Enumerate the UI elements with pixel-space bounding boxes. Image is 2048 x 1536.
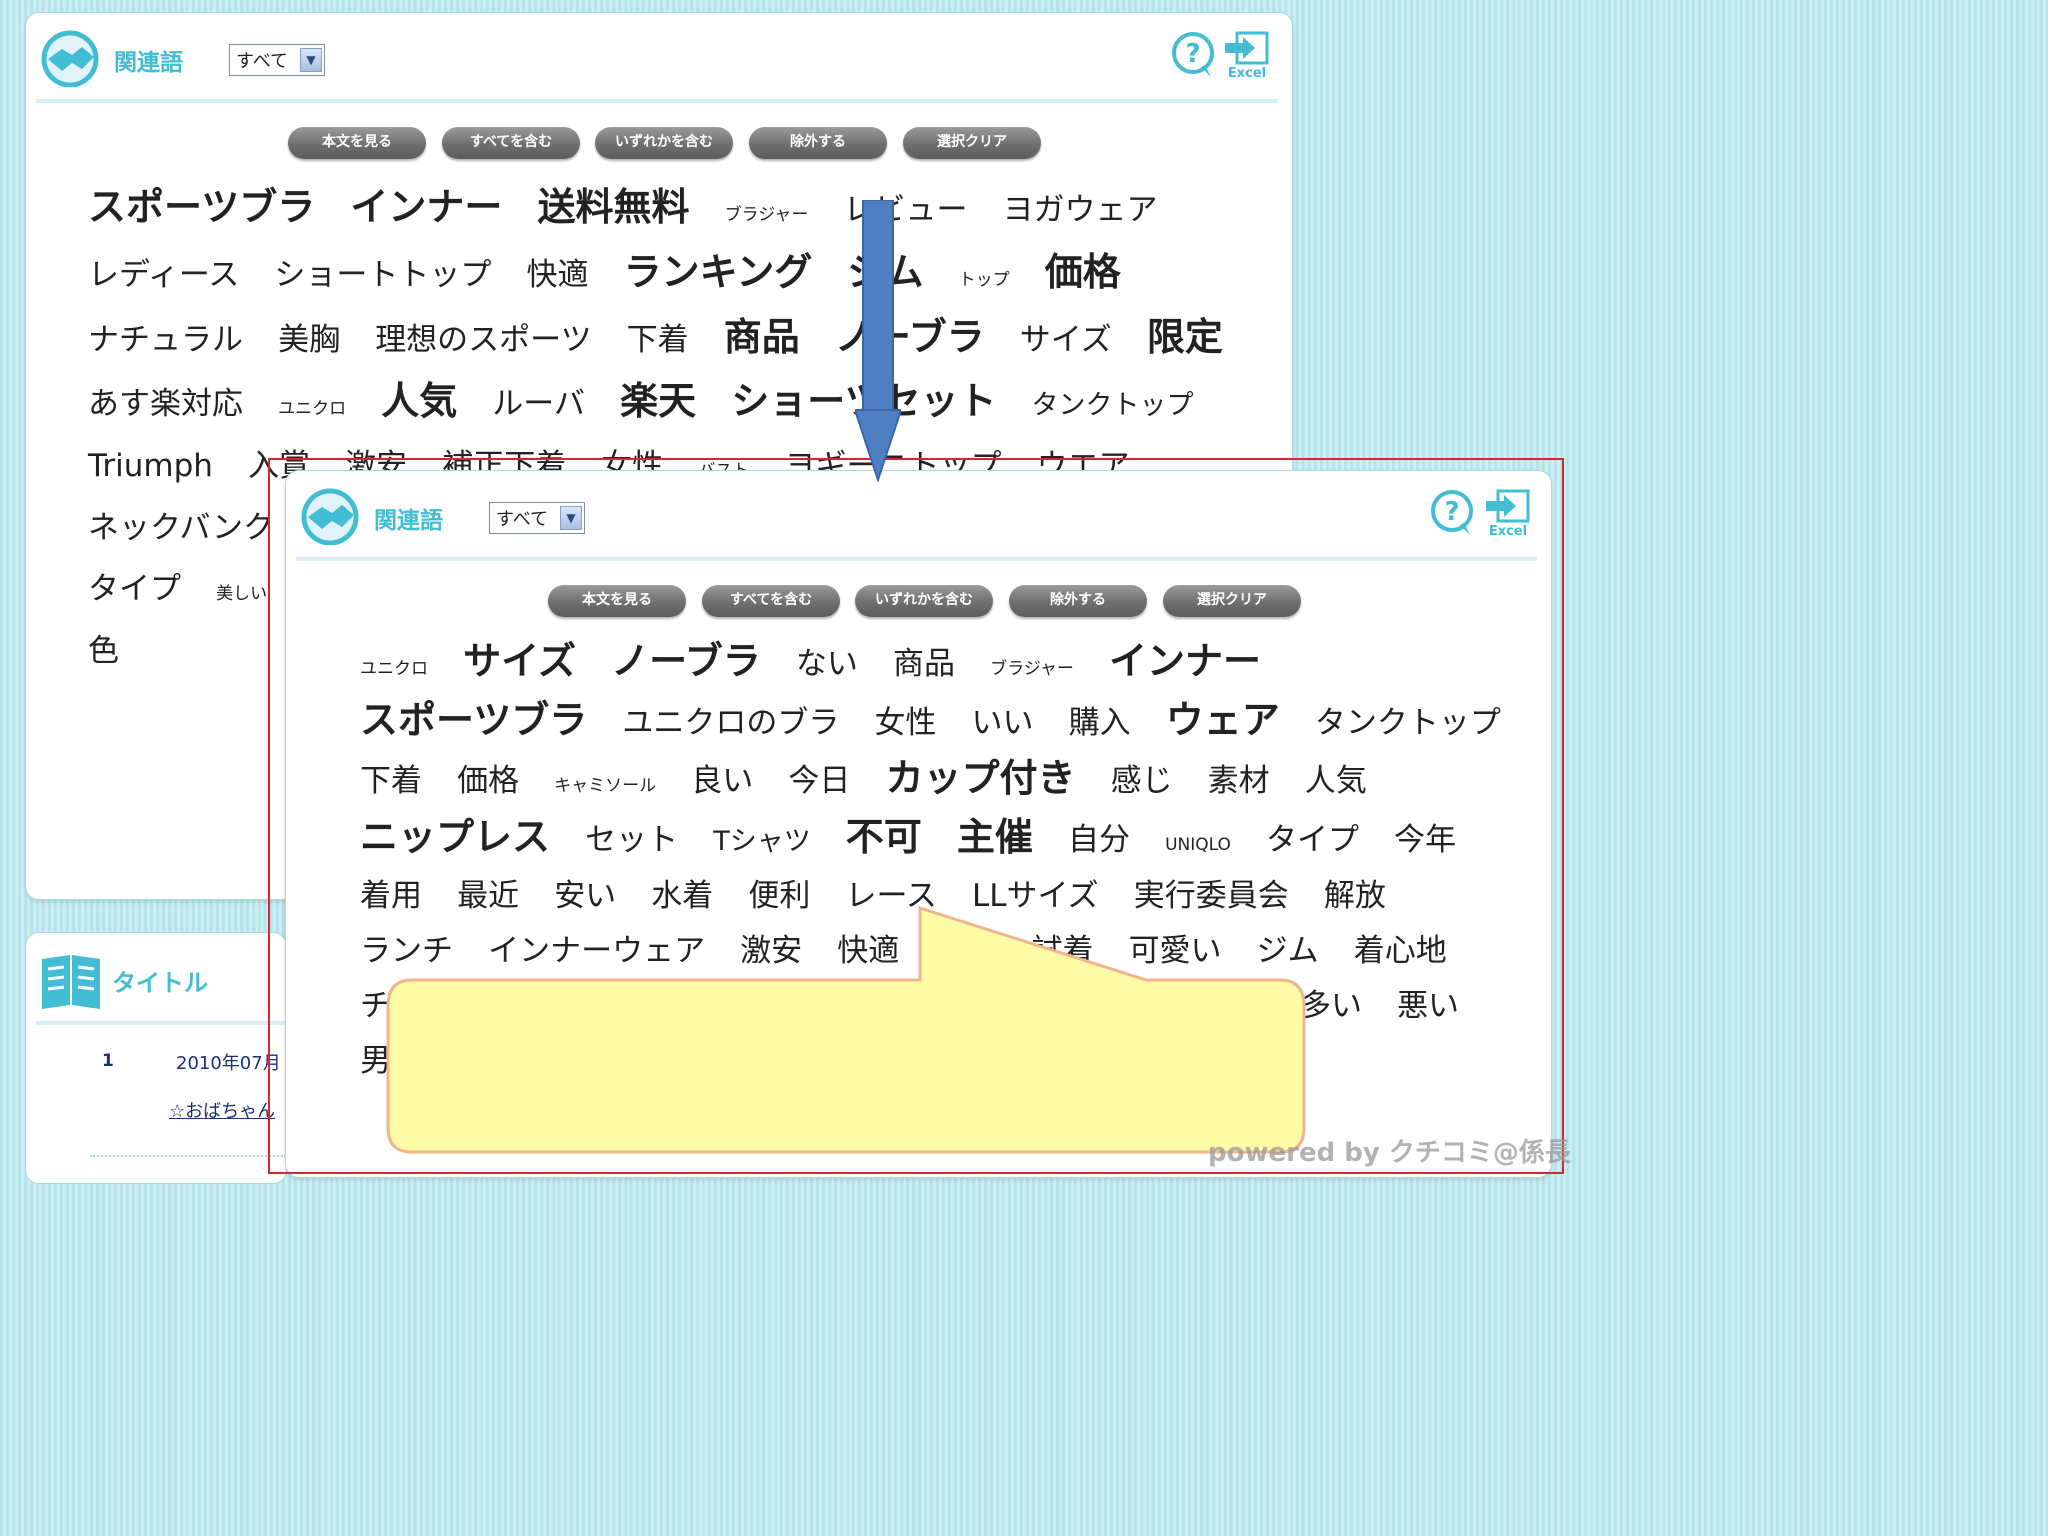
keyword-tag[interactable]: タイプ xyxy=(88,571,181,607)
title-panel: タイトル 1 2010年07月 ☆おばちゃん xyxy=(25,932,287,1184)
keyword-tag[interactable]: スポーツブラ xyxy=(88,185,315,229)
keyword-tag[interactable]: 価格 xyxy=(1045,250,1121,294)
clear-selection-button[interactable]: 選択クリア xyxy=(903,127,1041,159)
down-arrow xyxy=(855,200,901,482)
help-icon[interactable]: ? xyxy=(1171,31,1219,79)
row-number: 1 xyxy=(102,1051,114,1071)
keyword-tag[interactable]: ブラジャー xyxy=(725,205,809,225)
handshake-icon xyxy=(41,30,99,87)
keyword-tag[interactable]: ヨガウェア xyxy=(1003,192,1158,228)
keyword-tag[interactable]: ユニクロ xyxy=(278,399,346,419)
keyword-tag[interactable]: 楽天 xyxy=(620,379,696,423)
keyword-tag[interactable]: ナチュラル xyxy=(88,322,243,358)
keyword-tag[interactable]: 送料無料 xyxy=(537,185,689,229)
keyword-tag[interactable]: 商品 xyxy=(724,315,800,359)
book-icon xyxy=(42,955,100,1009)
keyword-tag[interactable]: あす楽対応 xyxy=(88,386,243,422)
include-all-button[interactable]: すべてを含む xyxy=(442,127,580,159)
panel-title: 関連語 xyxy=(114,50,183,76)
filter-select-value: すべて xyxy=(236,51,289,72)
row-divider xyxy=(90,1155,286,1157)
panel-header: 関連語 すべて ▼ ? Excel xyxy=(26,13,1292,103)
keyword-tag[interactable]: 限定 xyxy=(1147,315,1223,359)
keyword-tag[interactable]: サイズ xyxy=(1020,322,1112,358)
keyword-tag[interactable]: ショートトップ xyxy=(274,257,491,293)
row-date: 2010年07月 xyxy=(176,1053,281,1074)
entry-link[interactable]: ☆おばちゃん xyxy=(169,1097,275,1123)
view-body-button[interactable]: 本文を見る xyxy=(288,127,426,159)
header-divider xyxy=(36,99,1278,103)
exclude-button[interactable]: 除外する xyxy=(749,127,887,159)
svg-text:Excel: Excel xyxy=(1228,66,1266,81)
keyword-tag[interactable]: ネックバンク xyxy=(88,510,274,546)
keyword-tag[interactable]: 快適 xyxy=(526,257,588,293)
keyword-tag[interactable]: 下着 xyxy=(627,322,689,358)
keyword-tag[interactable]: Triumph xyxy=(88,448,213,484)
keyword-tag[interactable]: ランキング xyxy=(624,250,813,294)
keyword-tag[interactable]: 色 xyxy=(88,633,119,669)
keyword-tag[interactable]: ルーバ xyxy=(492,386,585,422)
filter-select[interactable]: すべて ▼ xyxy=(229,44,325,76)
keyword-tag[interactable]: トップ xyxy=(959,270,1010,290)
title-panel-heading: タイトル xyxy=(112,969,208,997)
keyword-tag[interactable]: インナー xyxy=(350,185,502,229)
keyword-tag[interactable]: 美しい xyxy=(216,584,267,604)
title-divider xyxy=(36,1021,286,1025)
excel-export-icon[interactable]: Excel xyxy=(1221,29,1273,81)
powered-by-label: powered by クチコミ@係長 xyxy=(1208,1138,1571,1168)
keyword-tag[interactable]: 理想のスポーツ xyxy=(375,322,591,358)
keyword-tag[interactable]: 美胸 xyxy=(278,322,340,358)
svg-text:?: ? xyxy=(1185,39,1200,69)
keyword-tag[interactable]: 人気 xyxy=(381,379,457,423)
callout-bubble xyxy=(386,905,1306,1154)
keyword-tag[interactable]: タンクトップ xyxy=(1032,390,1194,421)
include-any-button[interactable]: いずれかを含む xyxy=(595,127,733,159)
keyword-tag[interactable]: レディース xyxy=(88,257,239,293)
chevron-down-icon[interactable]: ▼ xyxy=(300,48,322,72)
